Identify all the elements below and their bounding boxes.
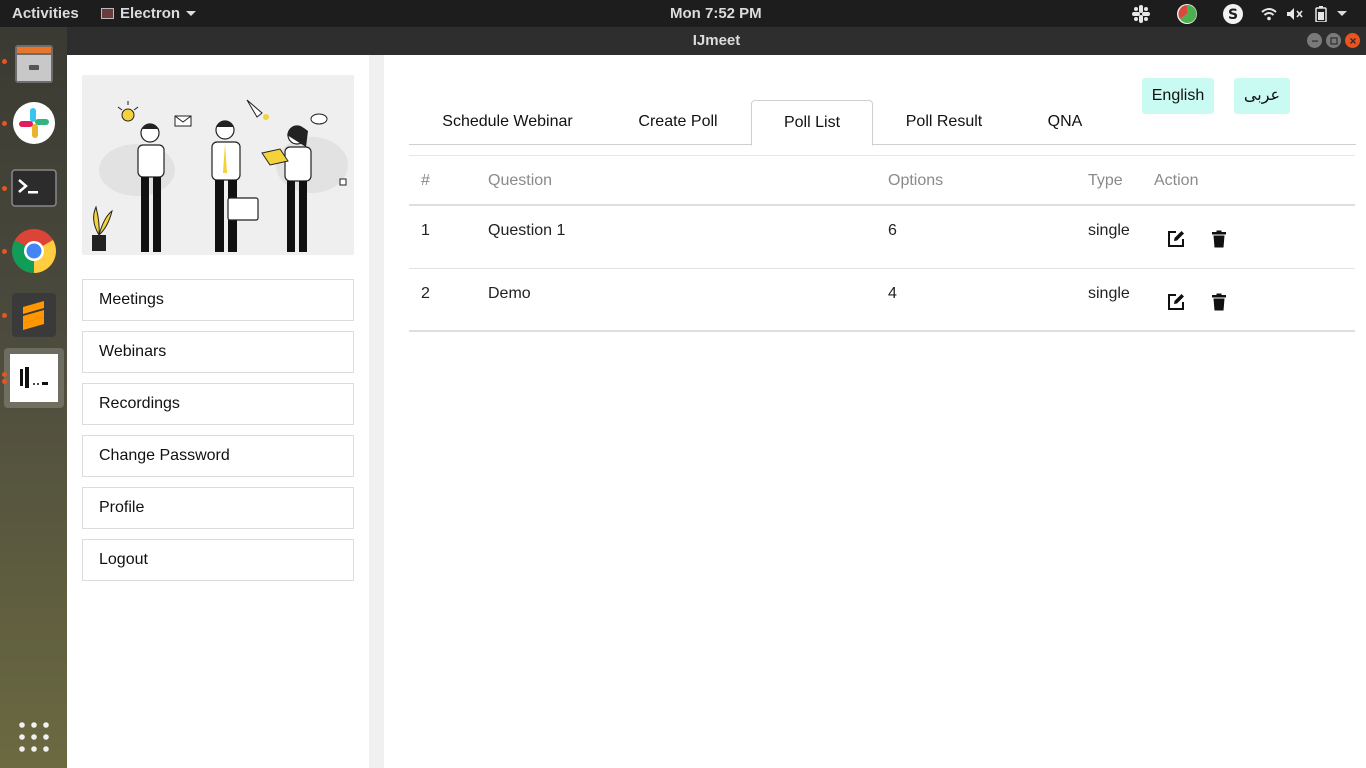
- window-controls: [1307, 33, 1360, 48]
- main-content: English عربى Schedule Webinar Create Pol…: [384, 55, 1366, 768]
- window-title: IJmeet: [692, 32, 741, 49]
- row-type: single: [1088, 285, 1130, 302]
- chrome-icon: [12, 229, 56, 273]
- header-question: Question: [488, 172, 553, 189]
- running-indicator: [2, 379, 7, 384]
- poll-list-table: # Question Options Type Action 1 Questio…: [409, 155, 1355, 332]
- edit-icon[interactable]: [1166, 292, 1186, 312]
- table-row: 2 Demo 4 single: [409, 269, 1355, 332]
- dock: [0, 27, 67, 768]
- dock-item-files[interactable]: [2, 33, 64, 93]
- terminal-icon: [11, 169, 57, 207]
- row-type: single: [1088, 222, 1130, 239]
- header-options: Options: [888, 172, 944, 189]
- header-type: Type: [1088, 172, 1123, 189]
- app-window: IJmeet Meetings Webinars Recordings Chan…: [67, 27, 1366, 768]
- app-menu-label: Electron: [120, 5, 181, 22]
- close-button[interactable]: [1345, 33, 1360, 48]
- minimize-button[interactable]: [1307, 33, 1322, 48]
- slack-tray-icon[interactable]: [1118, 3, 1164, 24]
- app-menu[interactable]: Electron: [101, 5, 197, 22]
- dock-item-slack[interactable]: [2, 93, 64, 153]
- sidebar: Meetings Webinars Recordings Change Pass…: [67, 55, 369, 768]
- running-indicator: [2, 59, 7, 64]
- svg-text:S: S: [1228, 7, 1238, 23]
- running-indicator: [2, 121, 7, 126]
- tab-qna[interactable]: QNA: [1023, 100, 1107, 145]
- volume-muted-icon[interactable]: [1282, 3, 1308, 24]
- tab-bar: Schedule Webinar Create Poll Poll List P…: [409, 100, 1356, 146]
- menu-item-change-password[interactable]: Change Password: [82, 435, 354, 477]
- chevron-down-icon[interactable]: [1334, 3, 1350, 24]
- team-illustration: [82, 75, 354, 255]
- running-indicator: [2, 372, 7, 377]
- row-options: 4: [888, 285, 897, 302]
- ijmeet-logo-icon: [10, 354, 58, 402]
- table-header-row: # Question Options Type Action: [409, 155, 1355, 206]
- running-indicator: [2, 249, 7, 254]
- trash-icon[interactable]: [1209, 292, 1229, 312]
- timer-tray-icon[interactable]: [1164, 3, 1210, 24]
- tab-poll-result[interactable]: Poll Result: [883, 100, 1005, 145]
- dock-item-chrome[interactable]: [2, 221, 64, 281]
- panel-divider: [369, 55, 384, 768]
- system-tray: S: [1118, 3, 1350, 24]
- running-indicator: [2, 313, 7, 318]
- dock-item-sublime[interactable]: [2, 285, 64, 345]
- row-options: 6: [888, 222, 897, 239]
- menu-item-meetings[interactable]: Meetings: [82, 279, 354, 321]
- header-num: #: [421, 172, 430, 189]
- sublime-icon: [12, 293, 56, 337]
- activities-button[interactable]: Activities: [12, 5, 79, 22]
- menu-item-profile[interactable]: Profile: [82, 487, 354, 529]
- header-action: Action: [1154, 172, 1199, 189]
- dock-item-terminal[interactable]: [2, 158, 64, 218]
- electron-app-icon: [101, 8, 114, 19]
- tab-create-poll[interactable]: Create Poll: [613, 100, 743, 145]
- row-question: Demo: [488, 285, 531, 302]
- file-cabinet-icon: [15, 45, 53, 83]
- trash-icon[interactable]: [1209, 229, 1229, 249]
- dock-item-ijmeet[interactable]: [2, 348, 64, 408]
- tab-poll-list[interactable]: Poll List: [751, 100, 873, 146]
- skype-tray-icon[interactable]: S: [1210, 3, 1256, 24]
- menu-item-recordings[interactable]: Recordings: [82, 383, 354, 425]
- maximize-button[interactable]: [1326, 33, 1341, 48]
- edit-icon[interactable]: [1166, 229, 1186, 249]
- chevron-down-icon: [186, 11, 197, 16]
- grid-icon: [19, 722, 49, 752]
- system-top-bar: Activities Electron Mon 7:52 PM S: [0, 0, 1366, 27]
- dock-item-show-apps[interactable]: [4, 707, 64, 767]
- tab-schedule-webinar[interactable]: Schedule Webinar: [409, 100, 606, 145]
- clock[interactable]: Mon 7:52 PM: [670, 5, 762, 22]
- slack-icon: [13, 102, 55, 144]
- menu-item-webinars[interactable]: Webinars: [82, 331, 354, 373]
- battery-icon[interactable]: [1308, 3, 1334, 24]
- table-row: 1 Question 1 6 single: [409, 206, 1355, 269]
- wifi-icon[interactable]: [1256, 3, 1282, 24]
- row-num: 2: [421, 285, 430, 302]
- running-indicator: [2, 186, 7, 191]
- window-titlebar[interactable]: IJmeet: [67, 27, 1366, 55]
- menu-item-logout[interactable]: Logout: [82, 539, 354, 581]
- row-num: 1: [421, 222, 430, 239]
- row-question: Question 1: [488, 222, 566, 239]
